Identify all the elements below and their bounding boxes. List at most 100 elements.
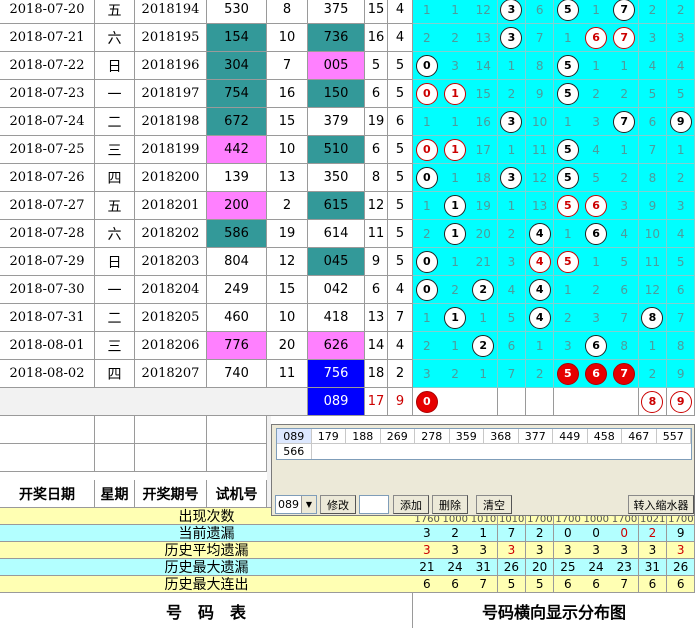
distribution-cell: 1 bbox=[497, 136, 527, 164]
date-cell: 2018-08-02 bbox=[0, 360, 95, 388]
number-ball: 2 bbox=[472, 278, 495, 301]
number-ball: 5 bbox=[556, 138, 579, 161]
number-ball: 4 bbox=[528, 250, 551, 273]
candidate-number[interactable]: 368 bbox=[484, 429, 519, 444]
footer-left-title: 号 码 表 bbox=[0, 593, 413, 628]
test-sum-cell: 16 bbox=[267, 80, 308, 108]
add-button[interactable]: 添加 bbox=[393, 495, 429, 514]
test-sum-cell: 19 bbox=[267, 220, 308, 248]
distribution-cell: 1 bbox=[525, 332, 555, 360]
distribution-cell: 7 bbox=[666, 304, 695, 332]
date-cell: 2018-07-26 bbox=[0, 164, 95, 192]
distribution-cell: 2 bbox=[554, 304, 583, 332]
distribution-cell: 5 bbox=[497, 304, 527, 332]
distribution-cell: 5 bbox=[666, 248, 695, 276]
candidate-number[interactable]: 467 bbox=[622, 429, 657, 444]
distribution-cell: 0 bbox=[413, 248, 442, 276]
candidate-number[interactable]: 566 bbox=[277, 444, 312, 459]
stat-value: 7 bbox=[469, 576, 499, 593]
distribution-cell: 4 bbox=[525, 248, 555, 276]
open-number-cell: 418 bbox=[308, 304, 365, 332]
candidate-number[interactable]: 359 bbox=[449, 429, 484, 444]
distribution-cell: 19 bbox=[469, 192, 499, 220]
candidate-number[interactable]: 269 bbox=[380, 429, 415, 444]
test-number-header: 试机号 bbox=[207, 480, 267, 508]
candidate-number[interactable]: 179 bbox=[311, 429, 346, 444]
candidate-number[interactable]: 557 bbox=[656, 429, 691, 444]
stat-value: 3 bbox=[666, 542, 695, 559]
distribution-cell: 1 bbox=[413, 304, 442, 332]
distribution-cell: 2 bbox=[441, 360, 470, 388]
test-sum-cell: 10 bbox=[267, 136, 308, 164]
distribution-cell: 1 bbox=[610, 52, 640, 80]
distribution-cell: 5 bbox=[554, 52, 583, 80]
distribution-cell: 2 bbox=[610, 164, 640, 192]
stat-value: 0 bbox=[554, 525, 583, 542]
number-ball: 1 bbox=[444, 222, 467, 245]
stat-label: 历史最大连出 bbox=[0, 576, 413, 593]
forecast-distribution-cell: 0 bbox=[413, 388, 442, 416]
clear-button[interactable]: 清空 bbox=[476, 495, 512, 514]
open-sum-cell: 18 bbox=[365, 360, 388, 388]
stat-value: 3 bbox=[413, 525, 442, 542]
date-cell: 2018-07-28 bbox=[0, 220, 95, 248]
number-ball: 6 bbox=[585, 362, 608, 385]
open-sum-cell: 6 bbox=[365, 80, 388, 108]
weekday-cell: 日 bbox=[95, 52, 135, 80]
chevron-down-icon[interactable]: ▼ bbox=[301, 496, 316, 513]
open-span-cell: 5 bbox=[388, 220, 413, 248]
open-span-cell: 5 bbox=[388, 136, 413, 164]
distribution-cell: 2 bbox=[638, 0, 668, 24]
distribution-cell: 7 bbox=[610, 360, 640, 388]
distribution-cell: 3 bbox=[497, 108, 527, 136]
stat-value: 2 bbox=[525, 525, 555, 542]
distribution-cell: 3 bbox=[497, 0, 527, 24]
candidate-number[interactable]: 278 bbox=[415, 429, 450, 444]
number-input[interactable] bbox=[359, 495, 389, 514]
number-ball: 2 bbox=[472, 334, 495, 357]
candidate-list[interactable]: 089 179 188 269 278 359 368 377 449 458 467 557 566 bbox=[276, 428, 692, 460]
stat-value: 31 bbox=[469, 559, 499, 576]
issue-cell: 2018206 bbox=[135, 332, 207, 360]
modify-button[interactable]: 修改 bbox=[320, 495, 356, 514]
number-ball: 0 bbox=[415, 278, 438, 301]
candidate-number[interactable]: 458 bbox=[587, 429, 622, 444]
candidate-number[interactable]: 377 bbox=[518, 429, 553, 444]
candidate-number[interactable]: 188 bbox=[346, 429, 381, 444]
test-number-cell: 776 bbox=[207, 332, 267, 360]
stat-value: 25 bbox=[554, 559, 583, 576]
stat-value: 3 bbox=[413, 542, 442, 559]
date-cell: 2018-07-24 bbox=[0, 108, 95, 136]
stat-value: 1 bbox=[469, 525, 499, 542]
distribution-cell: 2 bbox=[413, 24, 442, 52]
stat-value: 5 bbox=[497, 576, 527, 593]
open-span-cell: 4 bbox=[388, 332, 413, 360]
blank-row bbox=[135, 444, 207, 472]
shrink-button[interactable]: 转入缩水器 bbox=[628, 495, 694, 514]
candidate-number[interactable]: 089 bbox=[277, 429, 312, 444]
distribution-cell: 1 bbox=[666, 136, 695, 164]
distribution-cell: 6 bbox=[582, 360, 611, 388]
number-ball: 6 bbox=[585, 26, 608, 49]
distribution-cell: 4 bbox=[582, 136, 611, 164]
distribution-cell: 3 bbox=[666, 24, 695, 52]
candidate-select[interactable]: 089 ▼ bbox=[275, 495, 317, 514]
open-number-cell: 626 bbox=[308, 332, 365, 360]
delete-button[interactable]: 删除 bbox=[432, 495, 468, 514]
distribution-cell: 4 bbox=[610, 220, 640, 248]
stat-value: 24 bbox=[441, 559, 470, 576]
candidate-number[interactable]: 449 bbox=[553, 429, 588, 444]
issue-cell: 2018202 bbox=[135, 220, 207, 248]
test-number-cell: 530 bbox=[207, 0, 267, 24]
distribution-cell: 2 bbox=[666, 164, 695, 192]
distribution-cell: 1 bbox=[469, 304, 499, 332]
stat-value: 6 bbox=[666, 576, 695, 593]
distribution-cell: 7 bbox=[610, 304, 640, 332]
distribution-cell: 2 bbox=[413, 332, 442, 360]
select-value: 089 bbox=[278, 498, 299, 511]
distribution-cell: 2 bbox=[582, 276, 611, 304]
stat-value: 31 bbox=[638, 559, 668, 576]
distribution-cell: 6 bbox=[610, 276, 640, 304]
distribution-cell: 5 bbox=[554, 248, 583, 276]
distribution-cell: 4 bbox=[525, 304, 555, 332]
